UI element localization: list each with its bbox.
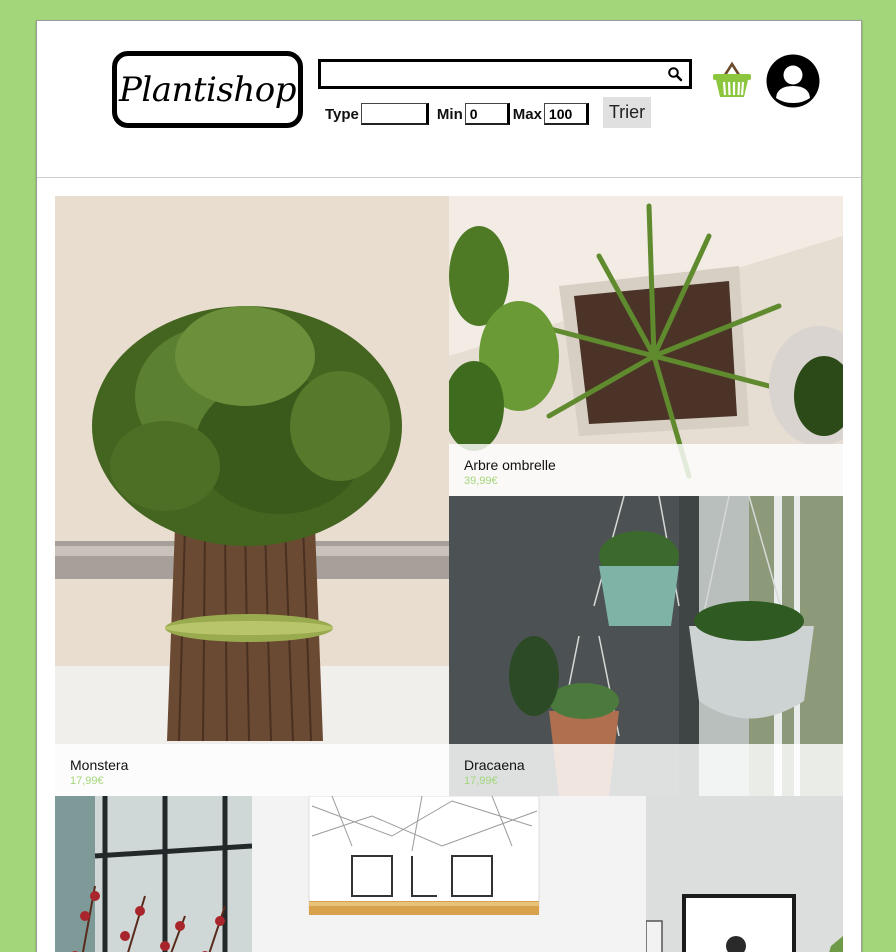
filter-bar: Type Min Max [325,99,589,129]
product-caption: Dracaena 17,99€ [449,744,843,796]
product-price: 39,99€ [464,475,498,487]
search-bar [318,59,692,89]
product-card-dracaena[interactable]: Dracaena 17,99€ [449,496,843,796]
min-label: Min [436,105,463,123]
product-caption: Monstera 17,99€ [55,744,449,796]
logo[interactable]: Plantishop [112,51,303,128]
product-price: 17,99€ [70,775,104,787]
product-card-arbre-ombrelle[interactable]: Arbre ombrelle 39,99€ [449,196,843,496]
product-caption: Arbre ombrelle 39,99€ [449,444,843,496]
type-label: Type [325,105,359,123]
product-card-monstera[interactable]: Monstera 17,99€ [55,196,449,796]
min-input[interactable] [464,103,510,125]
product-card-branches[interactable] [55,796,252,952]
page-container: Plantishop Type Min Max Trier [36,20,862,952]
search-input[interactable] [321,62,661,86]
product-price: 17,99€ [464,775,498,787]
search-icon[interactable] [667,66,683,82]
max-input[interactable] [543,103,589,125]
product-name: Dracaena [464,757,525,773]
product-name: Monstera [70,757,129,773]
basket-icon[interactable] [712,61,752,99]
product-grid: Monstera 17,99€ Arbre ombrelle 39,99€ Dr… [55,196,843,952]
logo-text: Plantishop [118,69,297,110]
product-card-frame[interactable] [646,796,843,952]
type-input[interactable] [360,103,429,125]
product-image-monstera [55,196,449,796]
product-card-saigon-poster[interactable] [252,796,646,952]
product-name: Arbre ombrelle [464,457,556,473]
user-avatar-icon[interactable] [766,54,820,108]
max-label: Max [512,105,542,123]
product-image-frame [646,796,843,952]
product-image-saigon-poster [252,796,646,952]
product-image-branches [55,796,252,952]
site-header: Plantishop Type Min Max Trier [37,21,861,178]
sort-button[interactable]: Trier [603,97,651,128]
